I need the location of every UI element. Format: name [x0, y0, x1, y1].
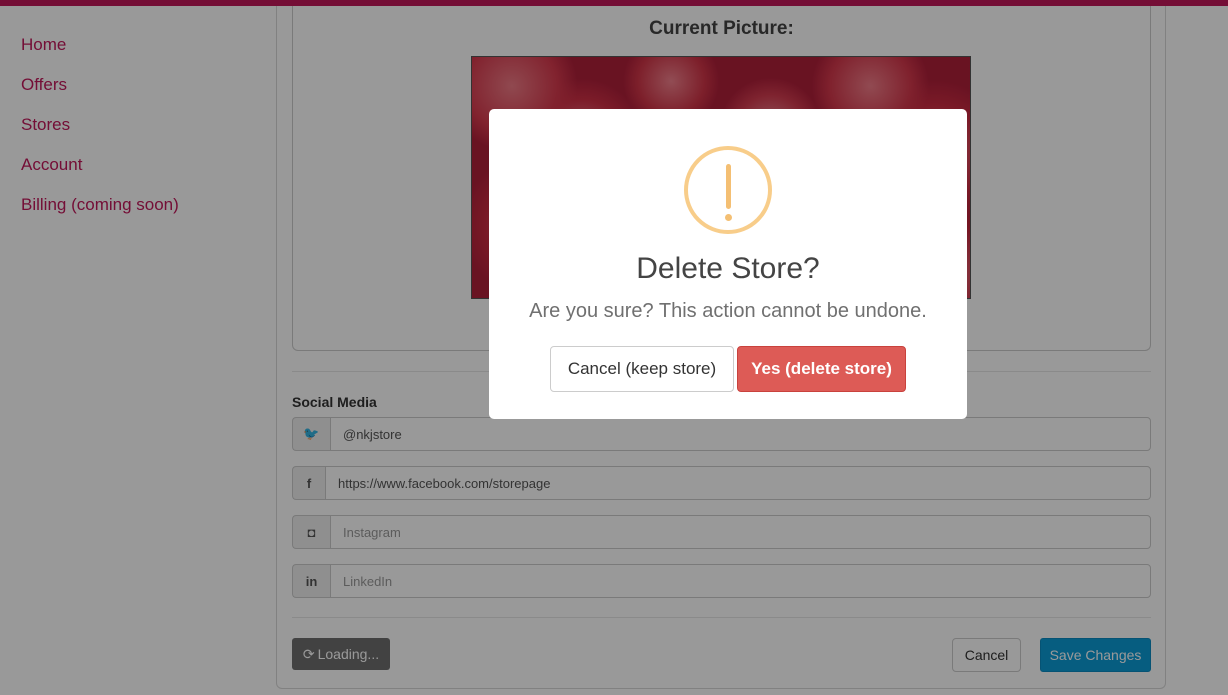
warning-icon — [684, 146, 772, 234]
delete-store-dialog: Delete Store? Are you sure? This action … — [489, 109, 967, 419]
keep-store-button[interactable]: Cancel (keep store) — [550, 346, 734, 392]
dialog-message: Are you sure? This action cannot be undo… — [529, 300, 927, 322]
dialog-title: Delete Store? — [636, 252, 820, 285]
delete-store-button[interactable]: Yes (delete store) — [737, 346, 906, 392]
